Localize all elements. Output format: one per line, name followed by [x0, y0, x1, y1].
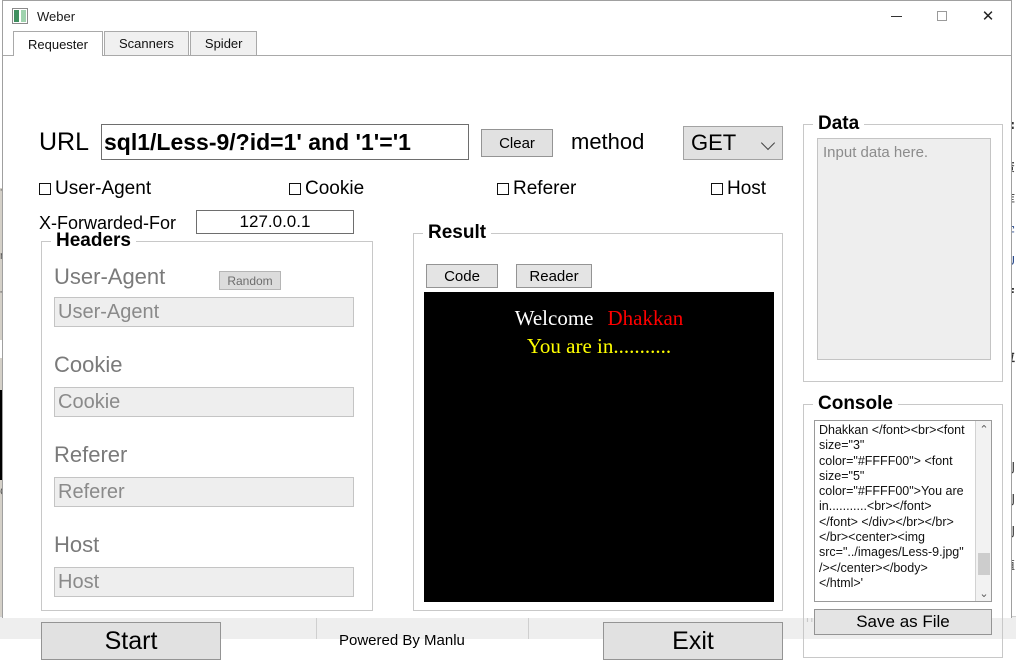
checkbox-icon — [289, 183, 301, 195]
header-label-user-agent: User-Agent — [54, 264, 165, 290]
desktop-background: 7/ rp Th C ]: 资 库 字 [U [F 位 [J [J [J 值 图… — [0, 0, 1016, 639]
requester-panel: URL sql1/Less-9/?id=1' and '1'='1 Clear … — [3, 56, 1011, 618]
title-bar: Weber ✕ — [3, 1, 1011, 31]
header-label-cookie: Cookie — [54, 352, 122, 378]
checkbox-user-agent[interactable]: User-Agent — [39, 178, 151, 200]
window-controls: ✕ — [873, 1, 1011, 31]
method-select[interactable]: GET — [683, 126, 783, 160]
result-welcome-line: Welcome Dhakkan — [424, 306, 774, 331]
checkbox-icon — [39, 183, 51, 195]
checkbox-cookie[interactable]: Cookie — [289, 178, 364, 200]
start-button[interactable]: Start — [41, 622, 221, 660]
checkbox-referer-label: Referer — [513, 178, 576, 200]
headers-group: Headers User-Agent Random User-Agent Coo… — [41, 241, 373, 611]
result-render-canvas: Welcome Dhakkan You are in........... — [424, 292, 774, 602]
url-input[interactable]: sql1/Less-9/?id=1' and '1'='1 — [101, 124, 469, 160]
data-textarea[interactable]: Input data here. — [817, 138, 991, 360]
scrollbar-thumb[interactable] — [978, 553, 990, 575]
clear-button[interactable]: Clear — [481, 129, 553, 157]
result-message-text: You are in........... — [424, 334, 774, 359]
result-group: Result Code Reader WelcomeDhakkan You ar… — [413, 233, 783, 611]
data-group: Data Input data here. — [803, 124, 1003, 382]
header-input-cookie[interactable]: Cookie — [54, 387, 354, 417]
url-label: URL — [39, 128, 89, 157]
console-output-box[interactable]: Dhakkan </font><br><font size="3" color=… — [814, 420, 992, 602]
chevron-down-icon — [761, 136, 775, 150]
header-input-host[interactable]: Host — [54, 567, 354, 597]
x-forwarded-for-input[interactable]: 127.0.0.1 — [196, 210, 354, 234]
header-input-user-agent[interactable]: User-Agent — [54, 297, 354, 327]
app-logo-icon — [12, 8, 28, 24]
header-label-referer: Referer — [54, 442, 127, 468]
close-icon: ✕ — [982, 9, 995, 24]
minimize-icon — [891, 16, 902, 17]
data-group-title: Data — [813, 113, 864, 135]
tab-scanners[interactable]: Scanners — [104, 31, 189, 55]
maximize-icon — [937, 11, 947, 21]
result-reader-button[interactable]: Reader — [516, 264, 592, 288]
console-scrollbar[interactable]: ⌃ ⌄ — [975, 421, 991, 601]
method-label: method — [571, 129, 644, 155]
scroll-up-icon[interactable]: ⌃ — [976, 421, 992, 437]
scroll-down-icon[interactable]: ⌄ — [976, 585, 992, 601]
powered-by-label: Powered By Manlu — [339, 632, 465, 649]
tab-requester[interactable]: Requester — [13, 31, 103, 56]
header-label-host: Host — [54, 532, 99, 558]
checkbox-host[interactable]: Host — [711, 178, 766, 200]
method-select-value: GET — [691, 130, 736, 156]
result-group-title: Result — [423, 222, 491, 244]
random-user-agent-button[interactable]: Random — [219, 271, 281, 290]
console-output-text: Dhakkan </font><br><font size="3" color=… — [819, 423, 969, 602]
checkbox-host-label: Host — [727, 178, 766, 200]
checkbox-referer[interactable]: Referer — [497, 178, 576, 200]
close-button[interactable]: ✕ — [965, 1, 1011, 31]
console-group: Console Dhakkan </font><br><font size="3… — [803, 404, 1003, 658]
checkbox-user-agent-label: User-Agent — [55, 178, 151, 200]
save-as-file-button[interactable]: Save as File — [814, 609, 992, 635]
application-window: Weber ✕ Requester Scanners Spider UR — [2, 0, 1012, 618]
checkbox-icon — [711, 183, 723, 195]
result-welcome-text: Welcome — [515, 306, 594, 330]
exit-button[interactable]: Exit — [603, 622, 783, 660]
checkbox-icon — [497, 183, 509, 195]
console-group-title: Console — [813, 393, 898, 415]
minimize-button[interactable] — [873, 1, 919, 31]
maximize-button[interactable] — [919, 1, 965, 31]
tab-bar: Requester Scanners Spider — [3, 31, 1011, 56]
window-title: Weber — [37, 9, 75, 24]
headers-group-title: Headers — [51, 230, 136, 252]
header-input-referer[interactable]: Referer — [54, 477, 354, 507]
tab-spider[interactable]: Spider — [190, 31, 258, 55]
result-name-text: Dhakkan — [607, 306, 683, 330]
result-code-button[interactable]: Code — [426, 264, 498, 288]
checkbox-cookie-label: Cookie — [305, 178, 364, 200]
